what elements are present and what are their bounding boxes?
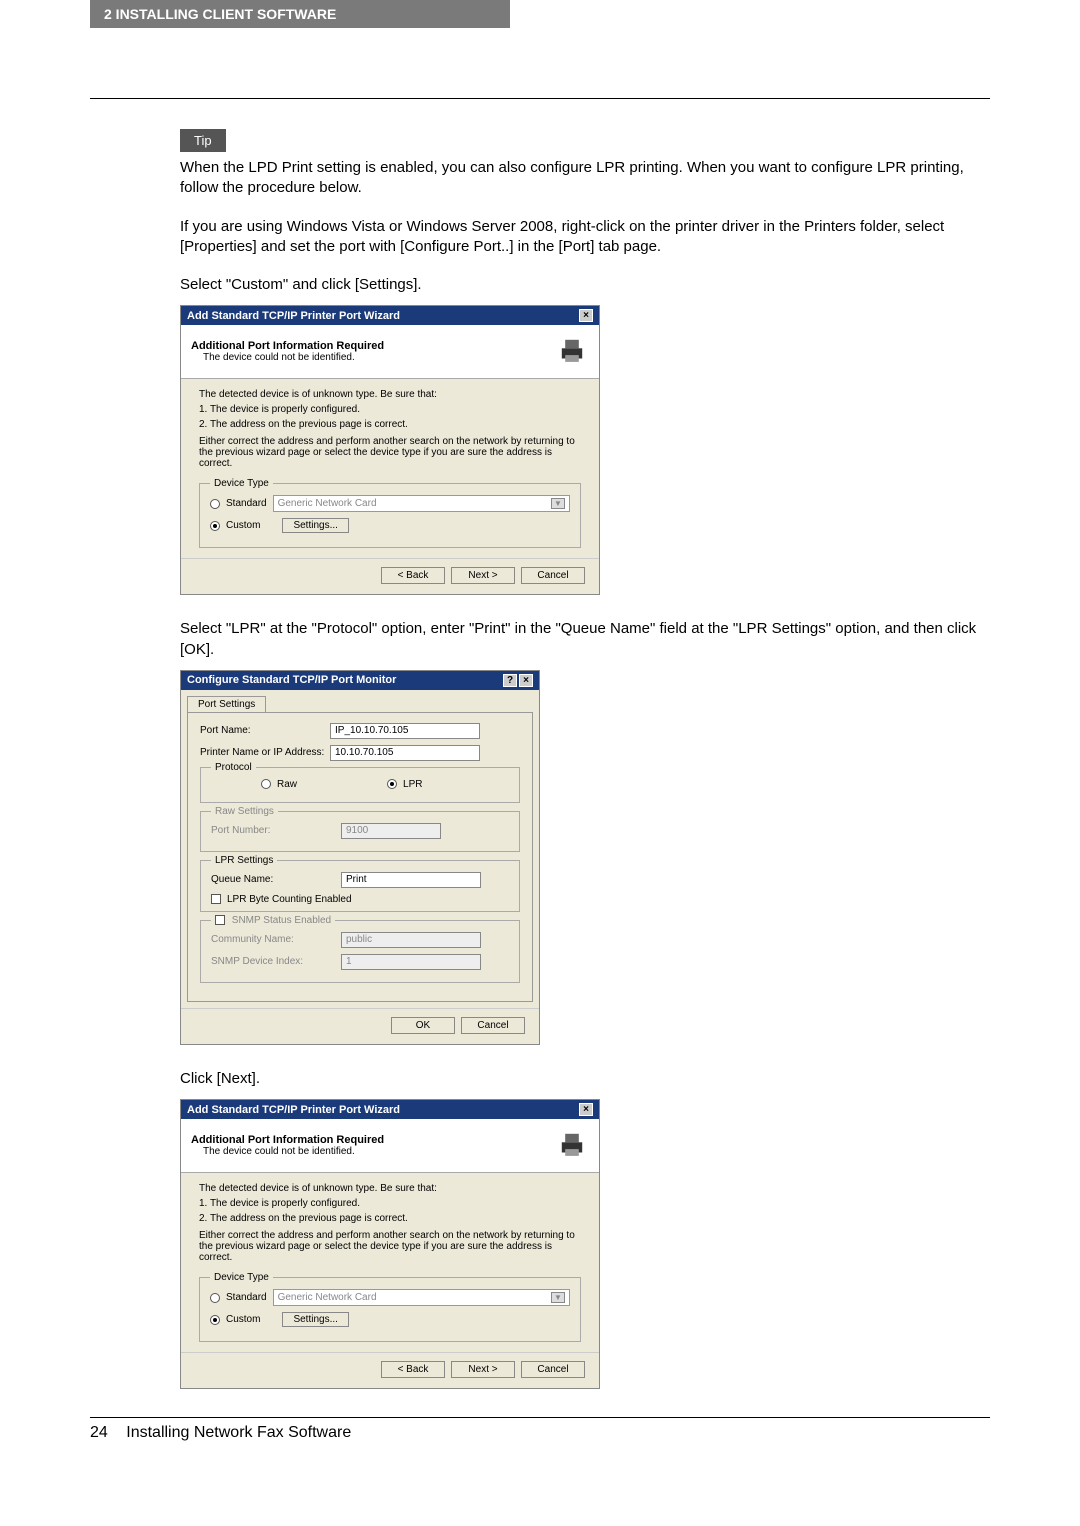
queue-name-label: Queue Name: — [211, 874, 341, 885]
standard-radio-label: Standard — [226, 1292, 267, 1303]
standard-select[interactable]: Generic Network Card ▼ — [273, 1289, 570, 1306]
protocol-legend: Protocol — [211, 762, 256, 773]
close-icon[interactable]: × — [579, 309, 593, 322]
standard-select-value: Generic Network Card — [278, 1292, 377, 1303]
wizard-dialog-1: Add Standard TCP/IP Printer Port Wizard … — [180, 305, 600, 595]
raw-port-input: 9100 — [341, 823, 441, 839]
intro-paragraph-2: If you are using Windows Vista or Window… — [180, 217, 980, 258]
close-icon[interactable]: × — [519, 674, 533, 687]
ip-address-input[interactable]: 10.10.70.105 — [330, 745, 480, 761]
raw-port-label: Port Number: — [211, 825, 341, 836]
custom-radio[interactable] — [210, 1315, 220, 1325]
info-line-4: Either correct the address and perform a… — [199, 436, 581, 469]
page-number: 24 — [90, 1424, 108, 1441]
standard-select[interactable]: Generic Network Card ▼ — [273, 495, 570, 512]
standard-select-value: Generic Network Card — [278, 498, 377, 509]
info-line-2: 1. The device is properly configured. — [199, 1198, 581, 1209]
printer-icon — [555, 1127, 589, 1164]
lpr-radio[interactable] — [387, 779, 397, 789]
cancel-button[interactable]: Cancel — [521, 567, 585, 584]
help-icon[interactable]: ? — [503, 674, 517, 687]
chapter-header: 2 INSTALLING CLIENT SOFTWARE — [90, 0, 510, 28]
custom-radio-label: Custom — [226, 520, 260, 531]
raw-settings-legend: Raw Settings — [211, 806, 278, 817]
snmp-legend: SNMP Status Enabled — [232, 915, 331, 926]
close-icon[interactable]: × — [579, 1103, 593, 1116]
info-line-4: Either correct the address and perform a… — [199, 1230, 581, 1263]
standard-radio[interactable] — [210, 499, 220, 509]
chevron-down-icon: ▼ — [551, 1292, 565, 1303]
wizard-info: The detected device is of unknown type. … — [199, 389, 581, 469]
chevron-down-icon: ▼ — [551, 498, 565, 509]
next-button[interactable]: Next > — [451, 1361, 515, 1378]
standard-radio[interactable] — [210, 1293, 220, 1303]
custom-radio-label: Custom — [226, 1314, 260, 1325]
wizard-heading: Additional Port Information Required — [191, 1134, 384, 1146]
portmon-title: Configure Standard TCP/IP Port Monitor — [187, 674, 396, 686]
step-1-text: Select "Custom" and click [Settings]. — [180, 275, 980, 295]
page-footer: 24 Installing Network Fax Software — [90, 1418, 990, 1442]
info-line-3: 2. The address on the previous page is c… — [199, 419, 581, 430]
standard-radio-label: Standard — [226, 498, 267, 509]
snmp-checkbox[interactable] — [215, 915, 225, 925]
info-line-1: The detected device is of unknown type. … — [199, 1183, 581, 1194]
lpr-radio-label: LPR — [403, 779, 422, 790]
settings-button[interactable]: Settings... — [282, 518, 348, 533]
printer-icon — [555, 333, 589, 370]
step-3-text: Click [Next]. — [180, 1069, 980, 1089]
intro-paragraph-1: When the LPD Print setting is enabled, y… — [180, 158, 980, 199]
wizard-dialog-2: Add Standard TCP/IP Printer Port Wizard … — [180, 1099, 600, 1389]
footer-title: Installing Network Fax Software — [126, 1424, 351, 1441]
community-input: public — [341, 932, 481, 948]
byte-count-label: LPR Byte Counting Enabled — [227, 894, 352, 905]
info-line-1: The detected device is of unknown type. … — [199, 389, 581, 400]
lpr-settings-legend: LPR Settings — [211, 855, 277, 866]
settings-button[interactable]: Settings... — [282, 1312, 348, 1327]
community-label: Community Name: — [211, 934, 341, 945]
snmp-index-label: SNMP Device Index: — [211, 956, 341, 967]
next-button[interactable]: Next > — [451, 567, 515, 584]
wizard-title: Add Standard TCP/IP Printer Port Wizard — [187, 1104, 400, 1116]
queue-name-input[interactable]: Print — [341, 872, 481, 888]
tab-port-settings[interactable]: Port Settings — [187, 696, 266, 712]
ip-address-label: Printer Name or IP Address: — [200, 747, 330, 758]
byte-count-checkbox[interactable] — [211, 894, 221, 904]
custom-radio[interactable] — [210, 521, 220, 531]
section-rule — [90, 98, 990, 99]
device-type-legend: Device Type — [210, 478, 273, 489]
port-monitor-dialog: Configure Standard TCP/IP Port Monitor ?… — [180, 670, 540, 1045]
wizard-subheading: The device could not be identified. — [191, 352, 384, 363]
port-name-input[interactable]: IP_10.10.70.105 — [330, 723, 480, 739]
tip-label: Tip — [180, 129, 226, 152]
wizard-title: Add Standard TCP/IP Printer Port Wizard — [187, 310, 400, 322]
snmp-index-input: 1 — [341, 954, 481, 970]
step-2-text: Select "LPR" at the "Protocol" option, e… — [180, 619, 980, 660]
port-name-label: Port Name: — [200, 725, 330, 736]
device-type-legend: Device Type — [210, 1272, 273, 1283]
wizard-info: The detected device is of unknown type. … — [199, 1183, 581, 1263]
raw-radio-label: Raw — [277, 779, 297, 790]
back-button[interactable]: < Back — [381, 1361, 445, 1378]
cancel-button[interactable]: Cancel — [461, 1017, 525, 1034]
ok-button[interactable]: OK — [391, 1017, 455, 1034]
wizard-heading: Additional Port Information Required — [191, 340, 384, 352]
wizard-subheading: The device could not be identified. — [191, 1146, 384, 1157]
cancel-button[interactable]: Cancel — [521, 1361, 585, 1378]
info-line-2: 1. The device is properly configured. — [199, 404, 581, 415]
back-button[interactable]: < Back — [381, 567, 445, 584]
info-line-3: 2. The address on the previous page is c… — [199, 1213, 581, 1224]
raw-radio[interactable] — [261, 779, 271, 789]
